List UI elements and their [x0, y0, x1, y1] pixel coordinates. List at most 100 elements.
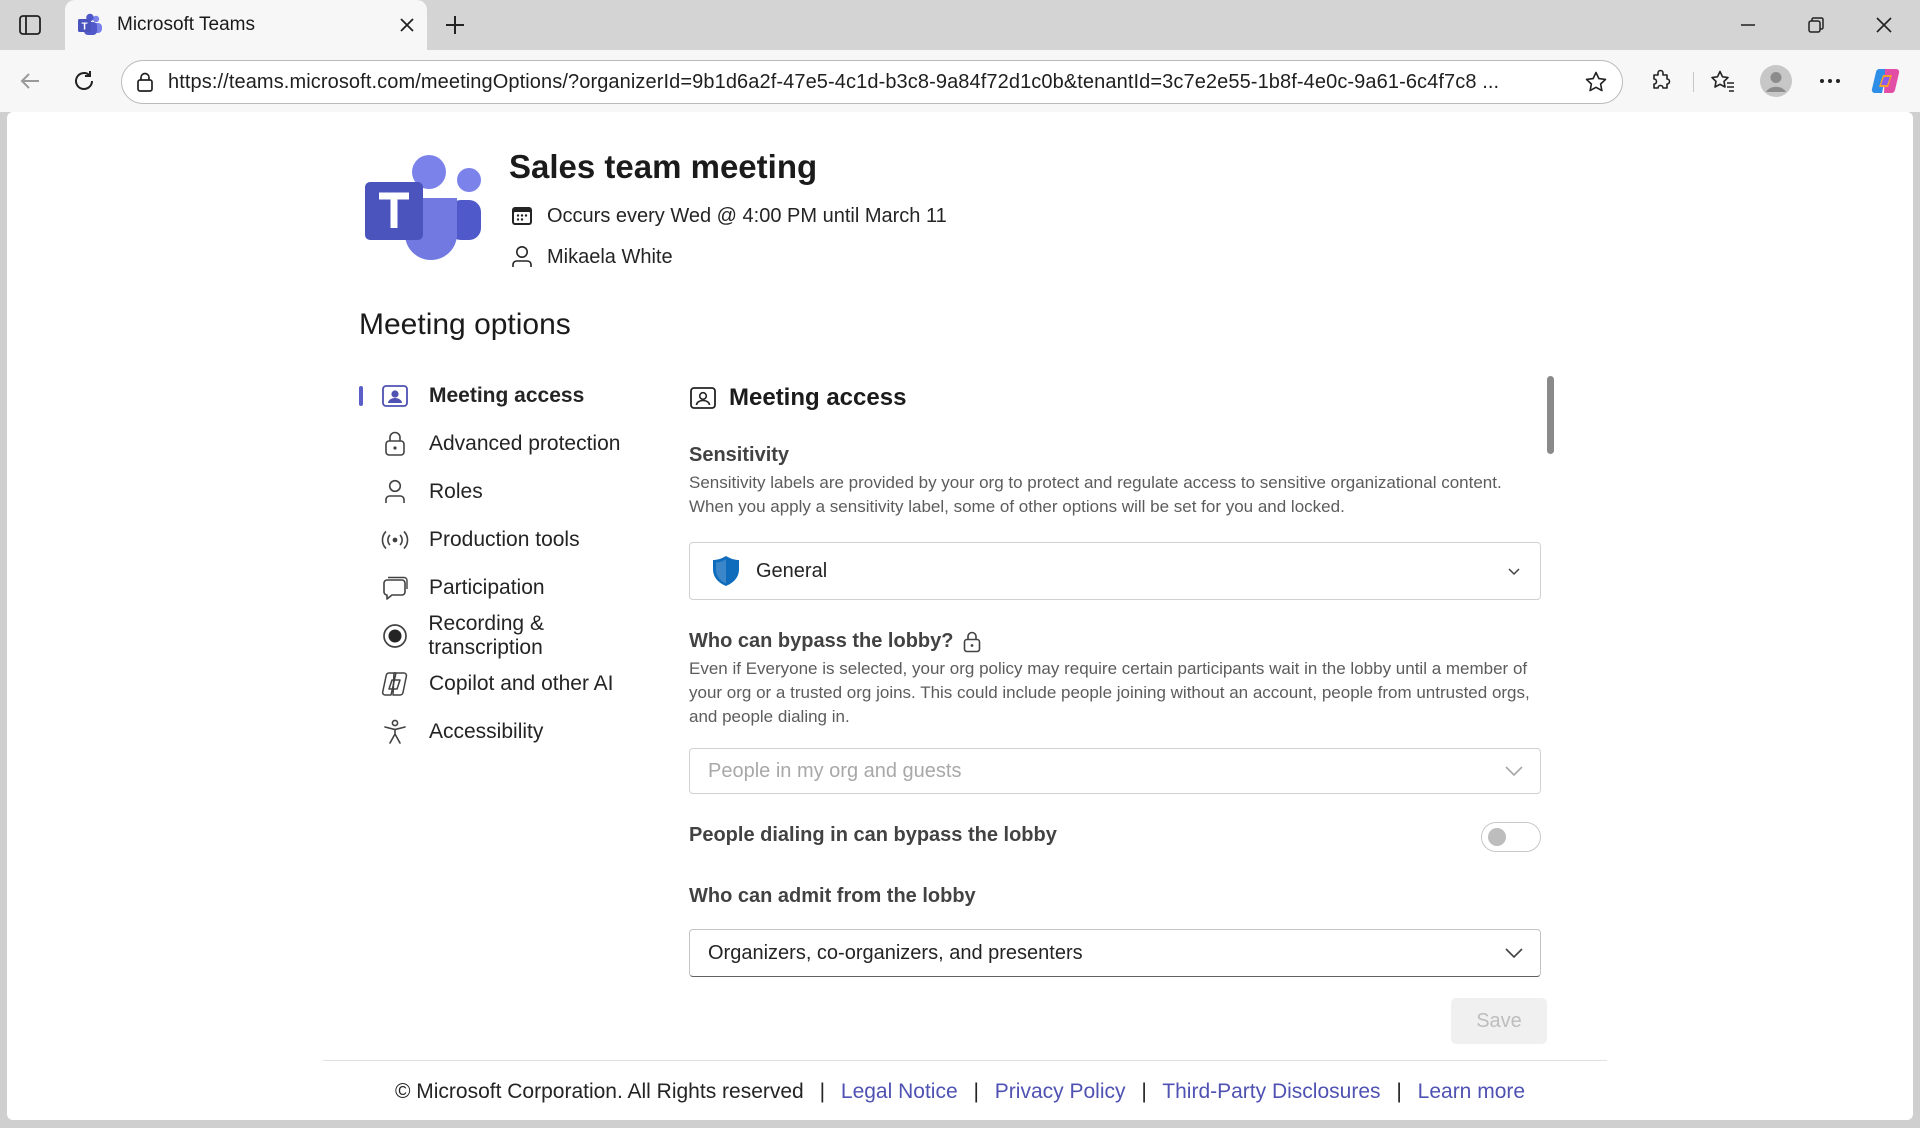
sensitivity-section: Sensitivity Sensitivity labels are provi…	[689, 444, 1541, 519]
footer-separator: |	[819, 1080, 826, 1103]
arrow-left-icon	[20, 73, 39, 89]
record-icon	[381, 622, 408, 650]
star-icon	[1585, 71, 1607, 92]
favorites-icon	[1711, 70, 1734, 92]
nav-item-label: Advanced protection	[429, 432, 621, 455]
save-button[interactable]: Save	[1451, 998, 1547, 1044]
teams-favicon-icon: T	[78, 13, 102, 35]
footer-separator: |	[1396, 1080, 1402, 1103]
site-info-button[interactable]	[122, 72, 168, 92]
chevron-down-icon	[1488, 566, 1540, 576]
broadcast-icon	[381, 526, 409, 554]
lock-icon	[137, 72, 153, 92]
footer-separator: |	[1141, 1080, 1147, 1103]
nav-item-recording-transcription[interactable]: Recording & transcription	[359, 612, 659, 660]
lock-icon	[381, 430, 409, 458]
panel-scrollbar[interactable]	[1547, 376, 1554, 454]
extensions-button[interactable]	[1641, 61, 1681, 101]
tab-close-button[interactable]	[387, 5, 427, 45]
privacy-policy-link[interactable]: Privacy Policy	[995, 1080, 1126, 1103]
nav-item-label: Meeting access	[429, 384, 585, 407]
browser-titlebar: T Microsoft Teams	[0, 0, 1920, 50]
tab-actions-button[interactable]	[14, 10, 46, 40]
nav-item-label: Production tools	[429, 528, 580, 551]
copilot-button[interactable]	[1866, 61, 1906, 101]
footer-separator: |	[973, 1080, 979, 1103]
tab-title: Microsoft Teams	[117, 14, 255, 35]
minimize-icon	[1741, 24, 1755, 26]
chat-icon	[381, 574, 409, 602]
close-icon	[1876, 17, 1892, 33]
tab-actions-icon	[19, 15, 41, 35]
favorites-button[interactable]	[1703, 61, 1743, 101]
nav-item-advanced-protection[interactable]: Advanced protection	[359, 420, 659, 468]
bypass-lobby-value: People in my org and guests	[708, 759, 962, 782]
admit-lobby-value: Organizers, co-organizers, and presenter…	[708, 941, 1083, 964]
new-tab-button[interactable]	[438, 8, 472, 42]
sensitivity-description: Sensitivity labels are provided by your …	[689, 473, 1502, 516]
learn-more-link[interactable]: Learn more	[1418, 1080, 1525, 1103]
admit-lobby-select[interactable]: Organizers, co-organizers, and presenter…	[689, 929, 1541, 977]
lock-icon	[963, 631, 981, 653]
nav-item-production-tools[interactable]: Production tools	[359, 516, 659, 564]
nav-item-label: Recording & transcription	[428, 612, 544, 659]
sensitivity-label: Sensitivity	[689, 444, 790, 466]
refresh-icon	[75, 71, 93, 90]
chevron-down-icon	[1488, 765, 1540, 777]
meeting-access-icon	[689, 384, 717, 412]
page-title: Meeting options	[359, 308, 571, 341]
legal-notice-link[interactable]: Legal Notice	[841, 1080, 958, 1103]
bypass-lobby-section: Who can bypass the lobby? Even if Everyo…	[689, 630, 1541, 729]
nav-item-meeting-access[interactable]: Meeting access	[359, 372, 659, 420]
profile-button[interactable]	[1756, 61, 1796, 101]
plus-icon	[446, 16, 464, 34]
bypass-lobby-label: Who can bypass the lobby?	[689, 630, 954, 652]
person-icon	[381, 478, 409, 506]
nav-item-roles[interactable]: Roles	[359, 468, 659, 516]
footer: © Microsoft Corporation. All Rights rese…	[7, 1080, 1913, 1104]
avatar-icon	[1760, 65, 1792, 97]
panel-title-text: Meeting access	[729, 384, 907, 411]
meeting-schedule-text: Occurs every Wed @ 4:00 PM until March 1…	[547, 204, 947, 227]
person-icon	[509, 244, 535, 270]
active-indicator	[359, 386, 363, 406]
teams-logo-icon	[365, 155, 481, 260]
accessibility-icon	[381, 718, 409, 746]
toggle-knob	[1488, 828, 1506, 846]
meeting-schedule-row: Occurs every Wed @ 4:00 PM until March 1…	[509, 203, 947, 229]
meeting-organizer-name: Mikaela White	[547, 245, 673, 268]
browser-toolbar: https://teams.microsoft.com/meetingOptio…	[0, 50, 1920, 112]
close-window-button[interactable]	[1851, 0, 1917, 50]
copilot-icon	[381, 670, 409, 698]
favorite-button[interactable]	[1570, 70, 1622, 94]
nav-item-accessibility[interactable]: Accessibility	[359, 708, 659, 756]
browser-tab-teams[interactable]: T Microsoft Teams	[65, 0, 427, 50]
panel-title: Meeting access	[689, 378, 906, 418]
bypass-lobby-select[interactable]: People in my org and guests	[689, 748, 1541, 794]
puzzle-icon	[1653, 69, 1671, 89]
sensitivity-select[interactable]: General	[689, 542, 1541, 600]
meeting-access-icon	[381, 382, 409, 410]
restore-button[interactable]	[1783, 0, 1849, 50]
copyright-text: © Microsoft Corporation. All Rights rese…	[394, 1080, 804, 1103]
meeting-title: Sales team meeting	[509, 148, 818, 185]
nav-item-label: Roles	[429, 480, 483, 503]
settings-more-button[interactable]	[1810, 61, 1850, 101]
back-button[interactable]	[10, 61, 50, 101]
refresh-button[interactable]	[64, 61, 104, 101]
nav-item-participation[interactable]: Participation	[359, 564, 659, 612]
dialin-bypass-toggle[interactable]	[1481, 822, 1541, 852]
nav-item-label: Participation	[429, 576, 545, 599]
url-text[interactable]: https://teams.microsoft.com/meetingOptio…	[168, 71, 1570, 94]
meeting-organizer-row: Mikaela White	[509, 244, 673, 270]
bypass-lobby-description: Even if Everyone is selected, your org p…	[689, 659, 1530, 726]
sensitivity-value: General	[756, 559, 828, 582]
nav-item-label: Accessibility	[429, 720, 544, 743]
admit-lobby-label: Who can admit from the lobby	[689, 885, 976, 907]
minimize-button[interactable]	[1715, 0, 1781, 50]
nav-item-copilot-ai[interactable]: Copilot and other AI	[359, 660, 659, 708]
bypass-lobby-label-row: Who can bypass the lobby?	[689, 630, 1541, 653]
address-bar[interactable]: https://teams.microsoft.com/meetingOptio…	[121, 60, 1623, 104]
shield-icon	[712, 555, 742, 587]
third-party-disclosures-link[interactable]: Third-Party Disclosures	[1162, 1080, 1380, 1103]
